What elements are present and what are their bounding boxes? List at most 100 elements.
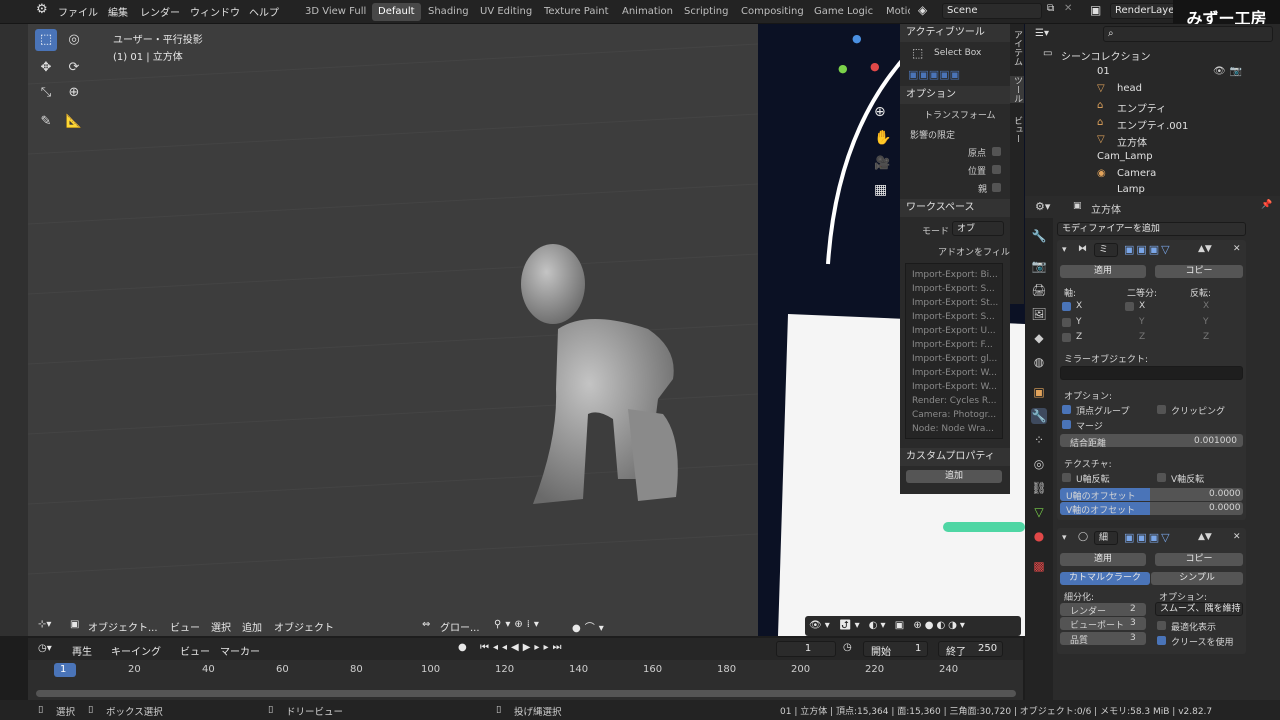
outliner-item-camera[interactable]: Camera	[1117, 168, 1156, 179]
tab-scripting[interactable]: Scripting	[678, 3, 734, 21]
add-menu[interactable]: 追加	[242, 619, 262, 634]
bisect-x-checkbox[interactable]	[1125, 302, 1134, 311]
merge-checkbox[interactable]	[1062, 420, 1071, 429]
view-layer-tab-icon[interactable]: 🖼	[1031, 306, 1047, 322]
v-flip-checkbox[interactable]	[1157, 473, 1166, 482]
dog-model[interactable]	[498, 239, 698, 519]
playback-menu[interactable]: 再生	[72, 643, 92, 658]
mode-select[interactable]: オブ	[952, 221, 1004, 236]
addon-item[interactable]: Camera: Photogr...	[912, 410, 1002, 420]
view-menu[interactable]: ビュー	[170, 619, 200, 634]
addon-item[interactable]: Import-Export: S...	[912, 284, 1002, 294]
clipping-checkbox[interactable]	[1157, 405, 1166, 414]
tab-default[interactable]: Default	[372, 3, 421, 21]
mirror-name-field[interactable]: ミ	[1094, 243, 1118, 257]
outliner-display-icon[interactable]: ☰▾	[1035, 28, 1049, 39]
select-box-tool-icon[interactable]: ⬚	[35, 29, 57, 51]
outliner-item-cam-lamp[interactable]: Cam_Lamp	[1097, 151, 1153, 162]
render-tab-icon[interactable]: 📷	[1031, 258, 1047, 274]
object-tab-icon[interactable]: ▣	[1031, 384, 1047, 400]
timeline-view-menu[interactable]: ビュー	[180, 643, 210, 658]
addon-item[interactable]: Import-Export: Bi...	[912, 270, 1002, 280]
gizmo-y-icon[interactable]: ●	[838, 62, 848, 75]
simple-button[interactable]: シンプル	[1151, 572, 1243, 585]
mirror-copy-button[interactable]: コピー	[1155, 265, 1243, 278]
object-menu[interactable]: オブジェクト	[274, 619, 334, 634]
addon-item[interactable]: Node: Node Wra...	[912, 424, 1002, 434]
add-button[interactable]: 追加	[906, 470, 1002, 483]
grid-icon[interactable]: ▦	[874, 182, 887, 198]
pan-hand-icon[interactable]: ✋	[874, 130, 891, 146]
keying-menu[interactable]: キーイング	[111, 643, 161, 658]
select-menu[interactable]: 選択	[211, 619, 231, 634]
mode-dropdown[interactable]: オブジェクト...	[88, 619, 158, 634]
timeline-area[interactable]: 1 20 40 60 80 100 120 140 160 180 200 22…	[28, 660, 1023, 700]
outliner-search[interactable]: ⌕	[1103, 26, 1273, 42]
playback-controls-icons[interactable]: ⏮◂◂◀▶▸▸⏭	[480, 642, 565, 653]
uv-smooth-select[interactable]: スムーズ、隅を維持	[1155, 602, 1243, 616]
collapse-icon[interactable]: ▾	[1062, 533, 1067, 543]
marker-menu[interactable]: マーカー	[220, 643, 260, 658]
outliner-item-empty-001[interactable]: エンプティ.001	[1117, 117, 1188, 132]
cursor-tool-icon[interactable]: ◎	[63, 29, 85, 51]
modifier-tab-icon[interactable]: 🔧	[1031, 408, 1047, 424]
blender-logo-icon[interactable]: ⚙	[36, 2, 48, 17]
tab-game-logic[interactable]: Game Logic	[808, 3, 879, 21]
location-checkbox[interactable]	[992, 165, 1001, 174]
collapse-icon[interactable]: ▾	[1062, 245, 1067, 255]
move-modifier-icon[interactable]: ▲▼	[1198, 244, 1212, 254]
optimal-display-checkbox[interactable]	[1157, 621, 1166, 630]
active-tool-header[interactable]: アクティブツール	[900, 24, 1010, 42]
particles-tab-icon[interactable]: ⁘	[1031, 432, 1047, 448]
data-tab-icon[interactable]: ▽	[1031, 504, 1047, 520]
add-modifier-dropdown[interactable]: モディファイアーを追加	[1057, 222, 1246, 236]
visibility-icons[interactable]: 👁📷	[1213, 66, 1246, 77]
tab-texture-paint[interactable]: Texture Paint	[538, 3, 615, 21]
workspace-header[interactable]: ワークスペース	[900, 199, 1010, 217]
texture-tab-icon[interactable]: ▩	[1031, 558, 1047, 574]
outliner-item-lamp[interactable]: Lamp	[1117, 184, 1145, 195]
current-frame-field[interactable]: 1	[776, 641, 836, 657]
tab-uv-editing[interactable]: UV Editing	[474, 3, 538, 21]
axis-y-checkbox[interactable]	[1062, 318, 1071, 327]
copy-scene-icon[interactable]: ⧉	[1047, 3, 1054, 14]
menu-edit[interactable]: 編集	[108, 4, 128, 19]
catmull-clark-button[interactable]: カトマルクラーク	[1060, 572, 1150, 585]
annotate-tool-icon[interactable]: ✎	[35, 111, 57, 133]
move-tool-icon[interactable]: ✥	[35, 57, 57, 79]
proportional-icons[interactable]: ●⌒▾	[572, 619, 608, 634]
addon-item[interactable]: Import-Export: W...	[912, 368, 1002, 378]
use-crease-checkbox[interactable]	[1157, 636, 1166, 645]
modifier-display-icons[interactable]: ▣▣▣▽	[1124, 243, 1172, 256]
gizmo-x-icon[interactable]: ●	[870, 60, 880, 73]
u-flip-checkbox[interactable]	[1062, 473, 1071, 482]
constraints-tab-icon[interactable]: ⛓	[1031, 480, 1047, 496]
measure-tool-icon[interactable]: 📐	[63, 111, 85, 133]
menu-render[interactable]: レンダー	[140, 4, 180, 19]
menu-window[interactable]: ウィンドウ	[190, 4, 240, 19]
rotate-tool-icon[interactable]: ⟳	[63, 57, 85, 79]
menu-help[interactable]: ヘルプ	[249, 4, 279, 19]
timeline-editor-icon[interactable]: ◷▾	[38, 643, 52, 654]
scene-field[interactable]: Scene	[942, 3, 1042, 19]
delete-modifier-icon[interactable]: ✕	[1233, 244, 1241, 254]
select-mode-icons[interactable]: ▣▣▣▣▣	[908, 68, 960, 81]
gizmo-z-icon[interactable]: ●	[852, 32, 862, 45]
axis-z-checkbox[interactable]	[1062, 333, 1071, 342]
axis-x-checkbox[interactable]	[1062, 302, 1071, 311]
3d-viewport[interactable]	[28, 24, 758, 636]
mirror-apply-button[interactable]: 適用	[1060, 265, 1146, 278]
tab-motion[interactable]: Motio	[880, 3, 910, 21]
tab-shading[interactable]: Shading	[422, 3, 475, 21]
physics-tab-icon[interactable]: ◎	[1031, 456, 1047, 472]
subsurf-apply-button[interactable]: 適用	[1060, 553, 1146, 566]
modifier-display-icons[interactable]: ▣▣▣▽	[1124, 531, 1172, 544]
mirror-object-field[interactable]	[1060, 366, 1243, 380]
move-modifier-icon[interactable]: ▲▼	[1198, 532, 1212, 542]
addon-item[interactable]: Import-Export: U...	[912, 326, 1002, 336]
render-layer-field[interactable]: RenderLayer	[1110, 3, 1180, 19]
delete-modifier-icon[interactable]: ✕	[1233, 532, 1241, 542]
menu-file[interactable]: ファイル	[58, 4, 98, 19]
outliner-item-cube[interactable]: 立方体	[1117, 134, 1147, 149]
outliner-item-01[interactable]: 01	[1097, 66, 1110, 77]
